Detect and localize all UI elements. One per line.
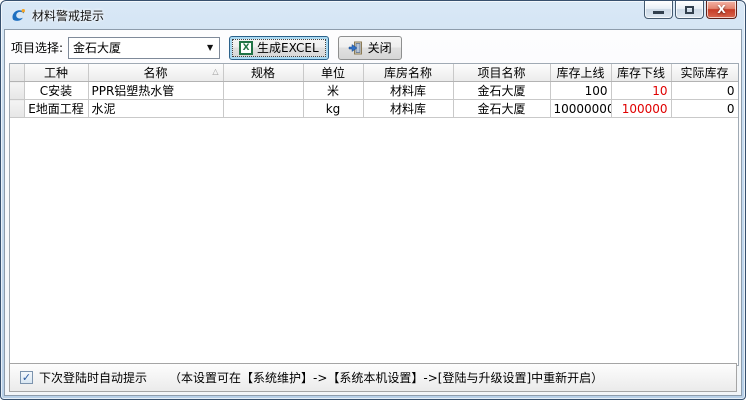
- window-title: 材料警戒提示: [32, 7, 104, 24]
- row-indicator-header: [10, 64, 24, 82]
- table-row[interactable]: E地面工程 水泥 kg 材料库 金石大厦 1000000000 100000 0: [10, 100, 738, 118]
- row-indicator[interactable]: [10, 100, 24, 118]
- cell-upper-limit[interactable]: 1000000000: [550, 100, 611, 118]
- project-combobox-value: 金石大厦: [69, 39, 201, 56]
- col-header-worktype[interactable]: 工种: [24, 64, 88, 82]
- col-header-warehouse[interactable]: 库房名称: [363, 64, 453, 82]
- maximize-icon: [685, 6, 694, 14]
- row-indicator[interactable]: [10, 82, 24, 100]
- toolbar: 项目选择: 金石大厦 ▼ X 生成EXCEL 关闭: [11, 35, 402, 60]
- cell-spec[interactable]: [223, 100, 303, 118]
- cell-unit[interactable]: 米: [303, 82, 363, 100]
- cell-name[interactable]: 水泥: [88, 100, 223, 118]
- close-dialog-button[interactable]: 关闭: [338, 36, 402, 60]
- cell-project[interactable]: 金石大厦: [453, 100, 550, 118]
- app-logo-icon: [10, 7, 27, 24]
- cell-lower-limit[interactable]: 10: [611, 82, 671, 100]
- auto-prompt-label[interactable]: 下次登陆时自动提示: [39, 369, 147, 386]
- col-header-project[interactable]: 项目名称: [453, 64, 550, 82]
- col-header-upper-limit[interactable]: 库存上线: [550, 64, 611, 82]
- cell-upper-limit[interactable]: 100: [550, 82, 611, 100]
- window-controls: X: [644, 1, 737, 19]
- settings-hint-text: （本设置可在【系统维护】->【系统本机设置】->[登陆与升级设置]中重新开启）: [169, 369, 603, 386]
- sort-ascending-icon[interactable]: △: [212, 67, 218, 77]
- col-header-name[interactable]: 名称 △: [88, 64, 223, 82]
- generate-excel-label: 生成EXCEL: [257, 39, 319, 56]
- project-combobox[interactable]: 金石大厦 ▼: [68, 37, 220, 59]
- project-select-label: 项目选择:: [11, 39, 63, 56]
- cell-worktype[interactable]: C安装: [24, 82, 88, 100]
- generate-excel-button[interactable]: X 生成EXCEL: [229, 36, 329, 60]
- close-icon: X: [717, 3, 725, 16]
- col-header-unit[interactable]: 单位: [303, 64, 363, 82]
- cell-worktype[interactable]: E地面工程: [24, 100, 88, 118]
- title-bar[interactable]: 材料警戒提示: [1, 1, 745, 29]
- cell-spec[interactable]: [223, 82, 303, 100]
- footer-bar: ✓ 下次登陆时自动提示 （本设置可在【系统维护】->【系统本机设置】->[登陆与…: [9, 363, 737, 392]
- chevron-down-icon[interactable]: ▼: [201, 43, 219, 52]
- materials-table: 工种 名称 △ 规格 单位 库房名称 项目名称 库存上线 库存下线 实际库存 C…: [10, 64, 739, 118]
- col-header-spec[interactable]: 规格: [223, 64, 303, 82]
- cell-lower-limit[interactable]: 100000: [611, 100, 671, 118]
- dialog-window: 材料警戒提示 X 项目选择: 金石大厦 ▼ X 生成EXCEL 关闭: [0, 0, 746, 400]
- cell-project[interactable]: 金石大厦: [453, 82, 550, 100]
- cell-name[interactable]: PPR铝塑热水管: [88, 82, 223, 100]
- table-row[interactable]: C安装 PPR铝塑热水管 米 材料库 金石大厦 100 10 0: [10, 82, 738, 100]
- checkmark-icon: ✓: [22, 371, 31, 384]
- col-header-name-label: 名称: [143, 66, 167, 80]
- exit-door-icon: [348, 40, 364, 56]
- maximize-button[interactable]: [675, 1, 704, 19]
- minimize-button[interactable]: [644, 1, 673, 19]
- cell-actual-stock[interactable]: 0: [671, 100, 738, 118]
- cell-warehouse[interactable]: 材料库: [363, 82, 453, 100]
- close-dialog-label: 关闭: [368, 39, 392, 56]
- dialog-client-area: 项目选择: 金石大厦 ▼ X 生成EXCEL 关闭: [4, 29, 742, 396]
- cell-actual-stock[interactable]: 0: [671, 82, 738, 100]
- materials-grid[interactable]: 工种 名称 △ 规格 单位 库房名称 项目名称 库存上线 库存下线 实际库存 C…: [9, 63, 739, 366]
- cell-unit[interactable]: kg: [303, 100, 363, 118]
- excel-icon: X: [239, 41, 253, 55]
- auto-prompt-checkbox[interactable]: ✓: [20, 371, 33, 384]
- minimize-icon: [653, 11, 664, 14]
- col-header-actual-stock[interactable]: 实际库存: [671, 64, 738, 82]
- cell-warehouse[interactable]: 材料库: [363, 100, 453, 118]
- grid-header-row: 工种 名称 △ 规格 单位 库房名称 项目名称 库存上线 库存下线 实际库存: [10, 64, 738, 82]
- close-window-button[interactable]: X: [706, 1, 737, 19]
- col-header-lower-limit[interactable]: 库存下线: [611, 64, 671, 82]
